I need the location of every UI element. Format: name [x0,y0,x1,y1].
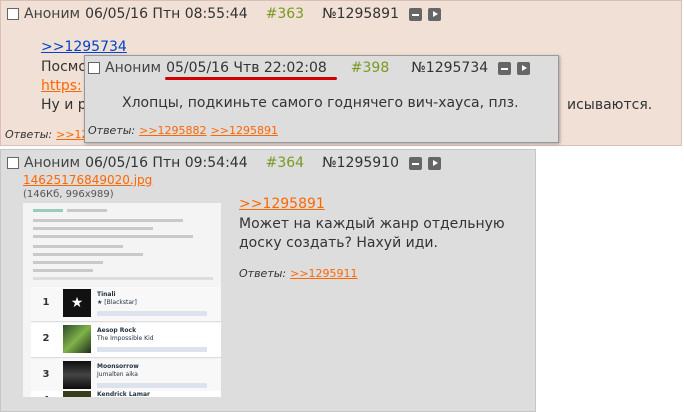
post-date: 06/05/16 Птн 08:55:44 [85,6,248,22]
file-link[interactable]: 14625176849020.jpg [23,173,152,187]
post-text: Посмо [41,59,87,75]
artist-name: Tinali [97,291,116,298]
poster-name: Аноним [24,6,81,22]
select-checkbox[interactable] [7,157,19,169]
rank-number: 1 [42,297,50,308]
post-id[interactable]: №1295910 [322,155,399,171]
replies-label: Ответы: [239,267,287,280]
post-number[interactable]: #364 [266,155,304,171]
post-text: Может на каждый жанр отдельную доску соз… [239,216,505,251]
reply-link[interactable]: >>1295911 [290,267,357,280]
post-date: 06/05/16 Птн 09:54:44 [85,155,248,171]
external-link[interactable]: https: [41,78,82,94]
album-cover-star-icon: ★ [63,289,91,317]
preview-popup: Аноним 05/05/16 Чтв 22:02:08 #398 №12957… [84,55,559,143]
quote-link[interactable]: >>1295734 [41,39,127,55]
reply-link[interactable]: >>1295882 [139,124,206,137]
album-title: The Impossible Kid [97,335,154,342]
post-image-thumbnail[interactable]: 1 ★ Tinali ★ [Blackstar] 2 Aesop Rock Th… [22,202,222,398]
album-cover-icon [63,391,91,397]
expand-icon[interactable] [427,7,441,21]
album-title: ★ [Blackstar] [97,299,137,306]
post-text: Ну и р [41,97,87,113]
hide-icon[interactable] [408,156,422,170]
post-number[interactable]: #363 [266,6,304,22]
artist-name: Aesop Rock [97,327,137,334]
post-header: Аноним 06/05/16 Птн 09:54:44 #364 №12959… [7,155,441,171]
rank-number: 3 [42,369,50,380]
album-title: Jumalten aika [97,371,138,378]
album-cover-icon [63,361,91,389]
poster-name: Аноним [24,155,81,171]
file-meta: (146Кб, 996x989) [23,189,114,200]
post-date: 05/05/16 Чтв 22:02:08 [166,60,327,76]
poster-name: Аноним [105,60,162,76]
reply-link[interactable]: >>1295891 [211,124,278,137]
post-id[interactable]: №1295891 [322,6,399,22]
hide-icon[interactable] [498,61,512,75]
expand-icon[interactable] [427,156,441,170]
rank-number: 4 [31,395,61,397]
hide-icon[interactable] [408,7,422,21]
date-underline [165,77,337,80]
post-number[interactable]: #398 [351,60,389,76]
album-cover-icon [63,325,91,353]
quote-link[interactable]: >>1295891 [239,196,325,212]
post-id[interactable]: №1295734 [411,60,488,76]
select-checkbox[interactable] [7,8,19,20]
replies-label: Ответы: [5,128,53,141]
popup-header: Аноним 05/05/16 Чтв 22:02:08 #398 №12957… [88,60,531,76]
select-checkbox[interactable] [88,62,100,74]
artist-name: Kendrick Lamar [97,391,150,398]
post-text-end: исываются. [567,97,653,113]
popup-text: Хлопцы, подкиньте самого годнячего вич-х… [122,95,519,111]
replies-label: Ответы: [88,124,136,137]
rank-number: 2 [42,333,50,344]
post-header: Аноним 06/05/16 Птн 08:55:44 #363 №12958… [7,6,441,22]
artist-name: Moonsorrow [97,363,139,370]
expand-icon[interactable] [517,61,531,75]
